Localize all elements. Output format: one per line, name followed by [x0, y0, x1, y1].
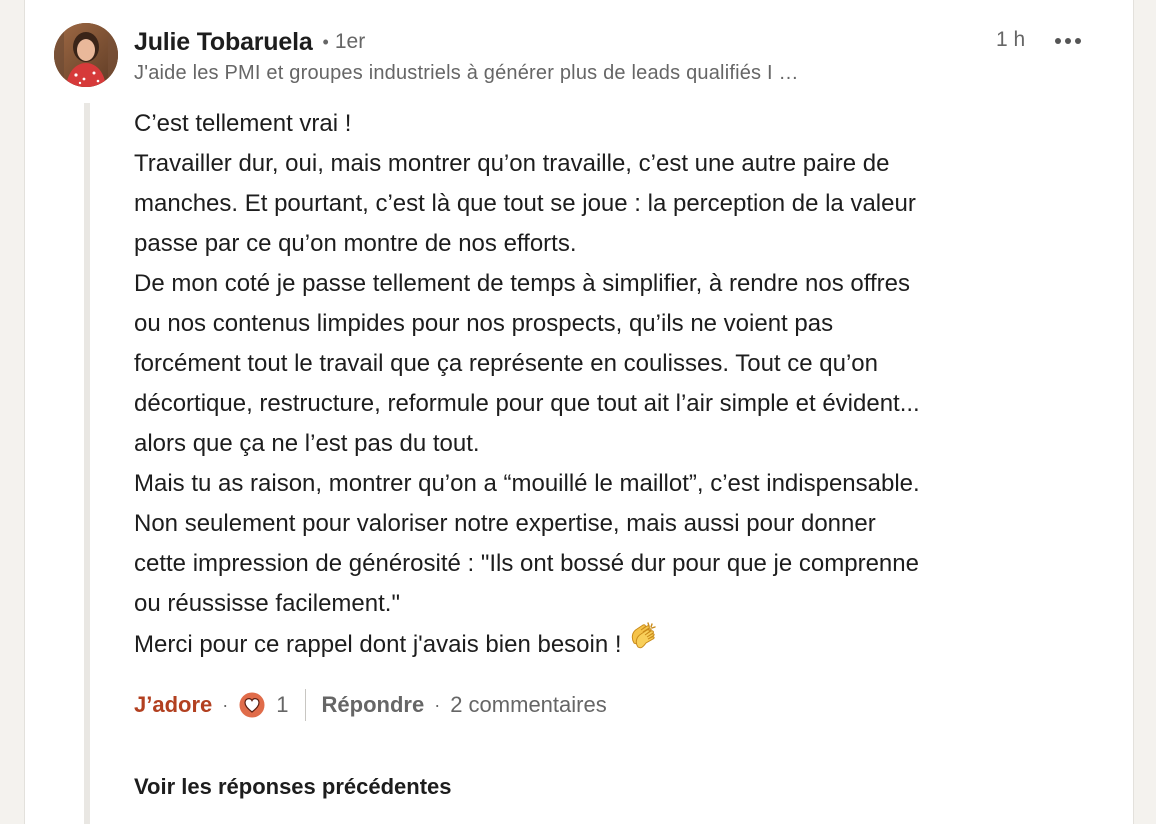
- comment-actions: J’adore · 1 Répondre · 2 commentaires: [134, 688, 607, 722]
- more-horizontal-icon: [1055, 38, 1081, 44]
- comment-line: cette impression de générosité : "Ils on…: [134, 550, 919, 577]
- comment-line: Travailler dur, oui, mais montrer qu’on …: [134, 150, 890, 177]
- see-previous-replies-button[interactable]: Voir les réponses précédentes: [134, 774, 452, 800]
- comment-line: alors que ça ne l’est pas du tout.: [134, 430, 480, 457]
- comment-line: ou réussisse facilement.": [134, 590, 400, 617]
- replies-count[interactable]: 2 commentaires: [450, 692, 607, 718]
- author-name[interactable]: Julie Tobaruela: [134, 28, 313, 57]
- clapping-hands-icon: [628, 621, 658, 664]
- comment-line: forcément tout le travail que ça représe…: [134, 350, 878, 377]
- separator-dot: ·: [434, 694, 441, 715]
- comment-line: décortique, restructure, reformule pour …: [134, 390, 920, 417]
- author-row: Julie Tobaruela • 1er: [134, 26, 365, 58]
- separator-dot: ·: [222, 694, 229, 715]
- love-reaction-icon[interactable]: [238, 691, 266, 719]
- reaction-count[interactable]: 1: [276, 692, 288, 718]
- avatar-photo-icon: [54, 23, 118, 87]
- comment-line: manches. Et pourtant, c’est là que tout …: [134, 190, 916, 217]
- comment-line-text: Merci pour ce rappel dont j'avais bien b…: [134, 630, 622, 658]
- connection-degree: 1er: [334, 30, 366, 53]
- reply-button[interactable]: Répondre: [322, 692, 425, 718]
- comment-line: Non seulement pour valoriser notre exper…: [134, 510, 876, 537]
- comment-body: C’est tellement vrai ! Travailler dur, o…: [134, 104, 1109, 667]
- comment-line: C’est tellement vrai !: [134, 110, 352, 137]
- comment-line: De mon coté je passe tellement de temps …: [134, 270, 910, 297]
- comment-time: 1 h: [996, 28, 1026, 51]
- comment-line: passe par ce qu’on montre de nos efforts…: [134, 230, 577, 257]
- thread-line: [84, 103, 90, 824]
- author-avatar[interactable]: [54, 23, 118, 87]
- separator-dot: •: [322, 31, 329, 52]
- more-options-button[interactable]: [1050, 27, 1086, 55]
- action-divider: [304, 689, 306, 721]
- comment-line: Mais tu as raison, montrer qu’on a “moui…: [134, 470, 920, 497]
- like-button[interactable]: J’adore: [134, 692, 212, 718]
- comment-last-line: Merci pour ce rappel dont j'avais bien b…: [134, 621, 1109, 667]
- author-headline[interactable]: J'aide les PMI et groupes industriels à …: [134, 62, 799, 85]
- comment-line: ou nos contenus limpides pour nos prospe…: [134, 310, 834, 337]
